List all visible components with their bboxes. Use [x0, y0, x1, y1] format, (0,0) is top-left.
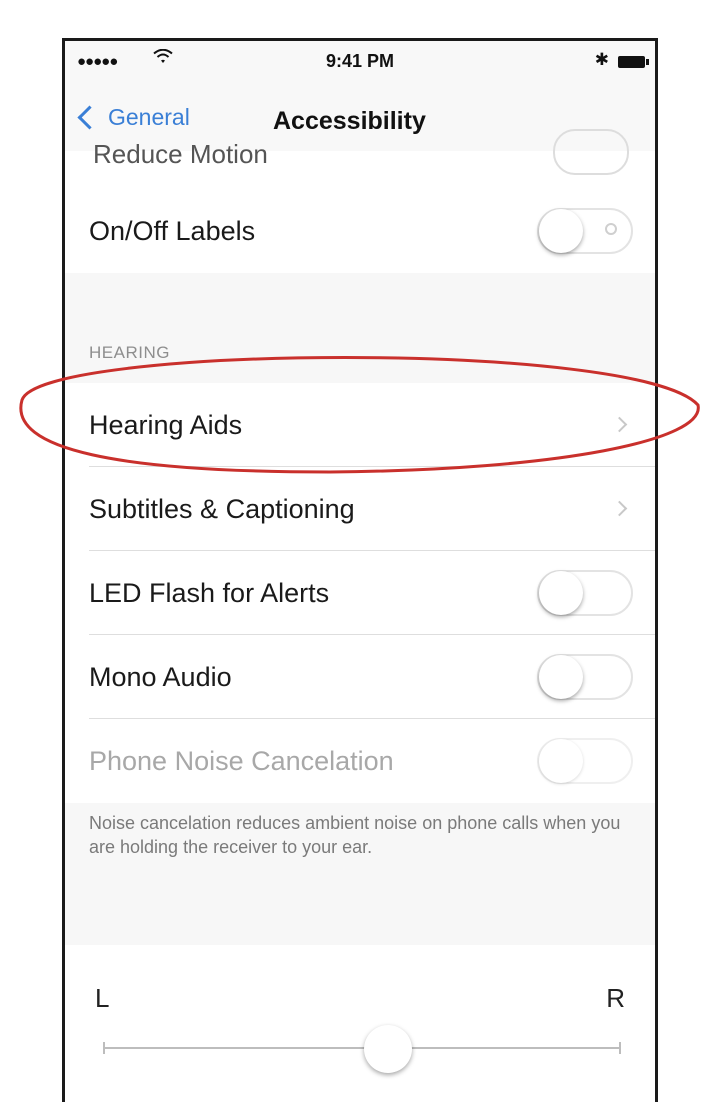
mono-audio-row: Mono Audio [65, 635, 655, 719]
onoff-labels-toggle[interactable] [537, 208, 633, 254]
reduce-motion-row[interactable]: Reduce Motion [65, 129, 655, 189]
off-indicator-icon [605, 223, 617, 235]
back-button-label: General [108, 103, 190, 130]
status-bar: ●●●●● 9:41 PM ✱ [65, 41, 655, 85]
chevron-right-icon [611, 500, 628, 517]
phone-screen: ●●●●● 9:41 PM ✱ General Accessibility Re… [62, 38, 658, 1102]
balance-slider-thumb[interactable] [363, 1025, 412, 1073]
led-flash-toggle[interactable] [537, 570, 633, 616]
onoff-labels-row: On/Off Labels [65, 189, 655, 273]
toggle-knob [539, 209, 583, 253]
mono-audio-label: Mono Audio [89, 662, 232, 692]
toggle-knob [539, 571, 583, 615]
left-tick [103, 1042, 105, 1054]
right-tick [619, 1042, 621, 1054]
phone-noise-cancelation-row: Phone Noise Cancelation [65, 719, 655, 803]
toggle-knob [539, 739, 583, 783]
subtitles-captioning-label: Subtitles & Captioning [89, 494, 355, 524]
mono-audio-toggle[interactable] [537, 654, 633, 700]
phone-noise-cancelation-toggle [537, 738, 633, 784]
audio-balance-section: L R [65, 945, 655, 1102]
subtitles-captioning-row[interactable]: Subtitles & Captioning [65, 467, 655, 551]
toggle-knob [539, 655, 583, 699]
status-time: 9:41 PM [325, 51, 395, 71]
led-flash-row: LED Flash for Alerts [65, 551, 655, 635]
reduce-motion-toggle[interactable] [553, 129, 629, 175]
chevron-left-icon [77, 104, 102, 130]
hearing-aids-row[interactable]: Hearing Aids [65, 383, 655, 467]
led-flash-label: LED Flash for Alerts [89, 578, 330, 608]
onoff-labels-label: On/Off Labels [89, 216, 256, 246]
phone-noise-cancelation-label: Phone Noise Cancelation [89, 746, 394, 776]
hearing-aids-label: Hearing Aids [89, 410, 243, 440]
balance-left-label: L [95, 983, 110, 1013]
balance-slider-track[interactable] [103, 1042, 621, 1054]
page-title: Accessibility [273, 107, 426, 135]
battery-icon [618, 56, 649, 68]
noise-cancelation-footer: Noise cancelation reduces ambient noise … [89, 813, 621, 857]
bluetooth-icon: ✱ [594, 50, 609, 69]
section-header-hearing: HEARING [89, 343, 170, 362]
back-button[interactable]: General [75, 99, 190, 135]
balance-right-label: R [606, 983, 625, 1013]
chevron-right-icon [611, 416, 628, 433]
reduce-motion-label: Reduce Motion [93, 139, 268, 169]
